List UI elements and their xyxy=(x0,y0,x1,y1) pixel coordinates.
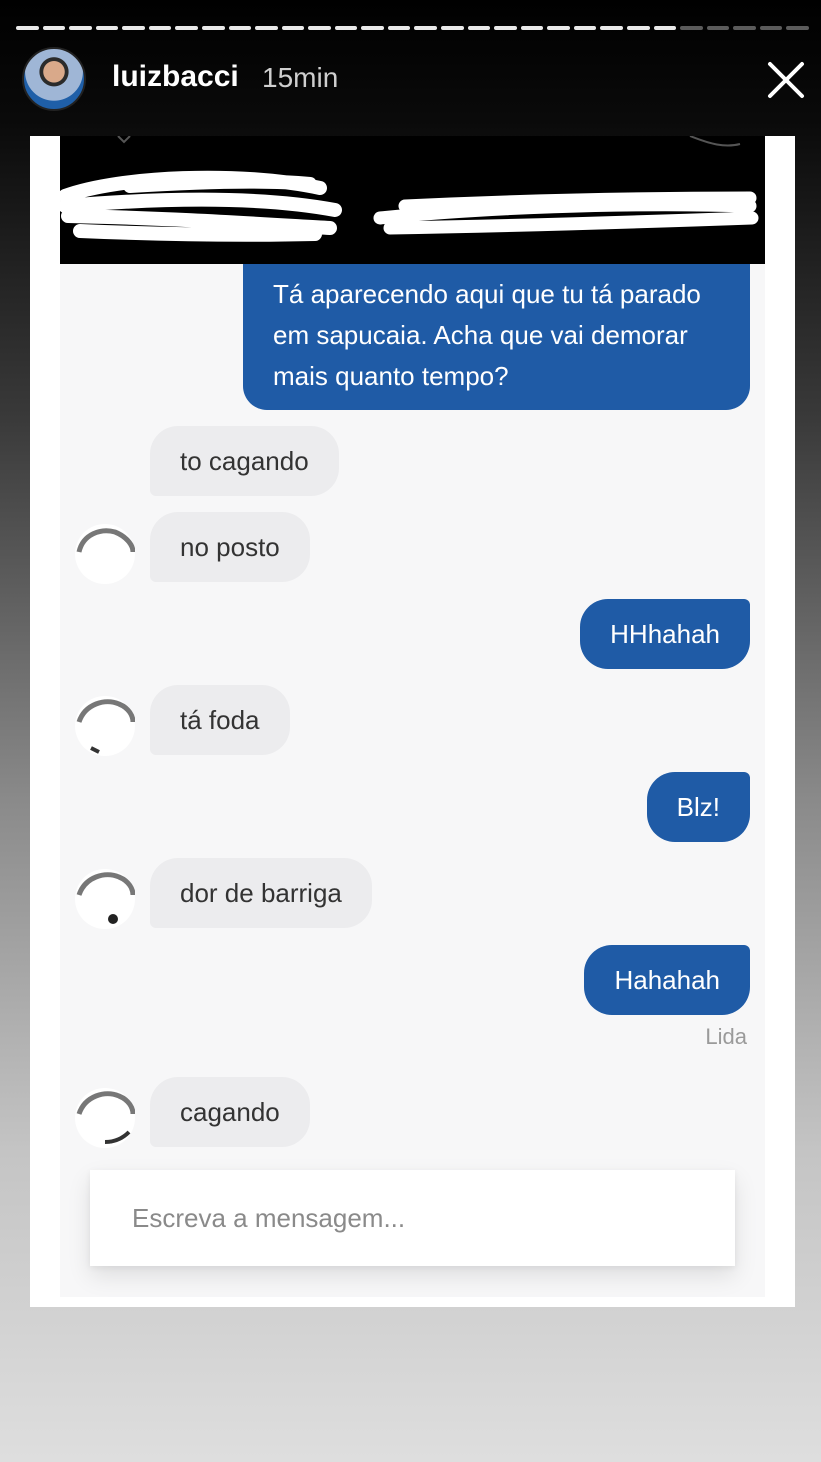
message-bubble: HHhahah xyxy=(580,599,750,669)
progress-segment xyxy=(467,26,491,30)
progress-segment xyxy=(786,26,809,30)
contact-avatar-redacted-icon xyxy=(76,872,136,925)
progress-segment xyxy=(148,26,172,30)
message-text: tá foda xyxy=(180,704,260,735)
message-text: no posto xyxy=(180,531,280,562)
story-timestamp: 15min xyxy=(262,62,339,93)
progress-segment xyxy=(547,26,570,30)
message-bubble: no posto xyxy=(150,512,310,582)
message-text: HHhahah xyxy=(610,618,720,649)
progress-segment xyxy=(69,26,92,30)
story-progress-bar xyxy=(16,26,809,30)
progress-segment xyxy=(255,26,278,30)
shared-chat-screenshot: Tá aparecendo aqui que tu tá parado em s… xyxy=(30,136,795,1307)
progress-segment xyxy=(387,26,411,30)
message-bubble: Tá aparecendo aqui que tu tá parado em s… xyxy=(243,264,750,410)
progress-segment xyxy=(361,26,384,30)
chat-screen: Tá aparecendo aqui que tu tá parado em s… xyxy=(60,136,765,1297)
contact-avatar-redacted-icon xyxy=(76,528,136,580)
message-bubble: Hahahah xyxy=(584,945,750,1015)
progress-segment xyxy=(334,26,358,30)
progress-segment xyxy=(281,26,305,30)
progress-segment xyxy=(600,26,623,30)
message-input[interactable] xyxy=(130,1201,694,1235)
contact-avatar-redacted-icon xyxy=(76,699,136,754)
progress-segment xyxy=(228,26,252,30)
contact-avatar xyxy=(75,524,136,584)
progress-segment xyxy=(520,26,544,30)
message-bubble: cagando xyxy=(150,1077,310,1147)
contact-avatar xyxy=(75,696,136,756)
progress-segment xyxy=(308,26,331,30)
read-receipt: Lida xyxy=(705,1024,747,1049)
progress-segment xyxy=(494,26,517,30)
progress-segment xyxy=(42,26,66,30)
story-header: luizbacci 15min xyxy=(0,40,821,120)
redacted-chat-header xyxy=(60,136,765,264)
contact-avatar xyxy=(75,1088,136,1148)
message-text: cagando xyxy=(180,1096,280,1127)
contact-avatar-redacted-icon xyxy=(76,1091,136,1144)
progress-segment xyxy=(653,26,677,30)
avatar[interactable] xyxy=(22,47,86,111)
message-composer xyxy=(90,1170,735,1266)
progress-segment xyxy=(95,26,119,30)
message-bubble: Blz! xyxy=(646,772,750,842)
progress-segment xyxy=(175,26,198,30)
progress-segment xyxy=(733,26,756,30)
progress-segment xyxy=(680,26,703,30)
message-text: to cagando xyxy=(180,445,309,476)
message-text: dor de barriga xyxy=(180,877,342,908)
message-bubble: to cagando xyxy=(150,426,339,496)
progress-segment xyxy=(414,26,437,30)
message-text: Blz! xyxy=(676,791,720,822)
close-icon xyxy=(768,62,804,98)
progress-segment xyxy=(441,26,464,30)
message-bubble: dor de barriga xyxy=(150,858,372,928)
progress-segment xyxy=(573,26,597,30)
progress-segment xyxy=(626,26,650,30)
message-text: Tá aparecendo aqui que tu tá parado em s… xyxy=(273,279,701,391)
progress-segment xyxy=(706,26,730,30)
message-text: Hahahah xyxy=(614,964,720,995)
username[interactable]: luizbacci xyxy=(112,60,239,94)
close-button[interactable] xyxy=(764,58,808,102)
progress-segment xyxy=(16,26,39,30)
progress-segment xyxy=(201,26,225,30)
message-bubble: tá foda xyxy=(150,685,290,755)
contact-avatar xyxy=(75,869,136,929)
progress-segment xyxy=(122,26,145,30)
progress-segment xyxy=(759,26,783,30)
redaction-scribble xyxy=(60,136,759,242)
